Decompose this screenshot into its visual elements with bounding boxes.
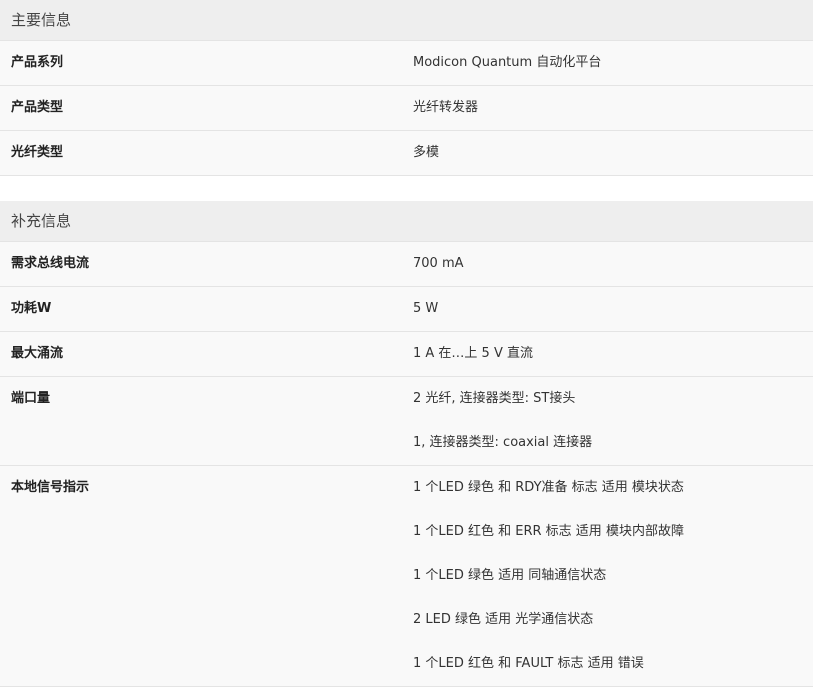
spec-label: 功耗W: [11, 301, 52, 316]
spec-value: 2 LED 绿色 适用 光学通信状态: [413, 612, 594, 627]
spec-value: 1, 连接器类型: coaxial 连接器: [413, 435, 593, 450]
spec-row-bus-current: 需求总线电流 700 mA: [0, 242, 813, 287]
spec-row-power-dissipation: 功耗W 5 W: [0, 287, 813, 332]
spec-label: 产品类型: [11, 100, 64, 115]
spec-row-fiber-type: 光纤类型 多模: [0, 131, 813, 176]
spec-label: 本地信号指示: [11, 480, 90, 495]
spec-label: 端口量: [11, 391, 51, 406]
spec-label: 产品系列: [11, 55, 64, 70]
spec-value: 2 光纤, 连接器类型: ST接头: [413, 391, 576, 406]
spec-value: 1 个LED 绿色 适用 同轴通信状态: [413, 568, 607, 583]
spec-value: Modicon Quantum 自动化平台: [413, 55, 602, 70]
spec-row-product-type: 产品类型 光纤转发器: [0, 86, 813, 131]
spec-value: 多模: [413, 145, 440, 160]
spec-row-port-count: 端口量 2 光纤, 连接器类型: ST接头 1, 连接器类型: coaxial …: [0, 377, 813, 466]
spec-value: 700 mA: [413, 256, 464, 271]
spec-value: 1 A 在…上 5 V 直流: [413, 346, 533, 361]
spec-value: 1 个LED 红色 和 ERR 标志 适用 模块内部故障: [413, 524, 684, 539]
spec-row-inrush-current: 最大涌流 1 A 在…上 5 V 直流: [0, 332, 813, 377]
spec-value: 光纤转发器: [413, 100, 479, 115]
section-main-info: 主要信息 产品系列 Modicon Quantum 自动化平台 产品类型 光纤转…: [0, 0, 813, 176]
spec-row-local-signalling: 本地信号指示 1 个LED 绿色 和 RDY准备 标志 适用 模块状态 1 个L…: [0, 466, 813, 687]
spec-label: 光纤类型: [11, 145, 64, 160]
spec-table: 主要信息 产品系列 Modicon Quantum 自动化平台 产品类型 光纤转…: [0, 0, 813, 687]
section-header-main-info: 主要信息: [0, 0, 813, 41]
section-header-supplementary-info: 补充信息: [0, 201, 813, 242]
spec-value: 1 个LED 红色 和 FAULT 标志 适用 错误: [413, 656, 644, 671]
section-gap: [0, 176, 813, 201]
spec-row-product-series: 产品系列 Modicon Quantum 自动化平台: [0, 41, 813, 86]
spec-label: 需求总线电流: [11, 256, 90, 271]
spec-label: 最大涌流: [11, 346, 64, 361]
spec-value: 5 W: [413, 301, 439, 316]
spec-value: 1 个LED 绿色 和 RDY准备 标志 适用 模块状态: [413, 480, 684, 495]
section-supplementary-info: 补充信息 需求总线电流 700 mA 功耗W 5 W 最大涌流 1 A 在…上 …: [0, 201, 813, 687]
